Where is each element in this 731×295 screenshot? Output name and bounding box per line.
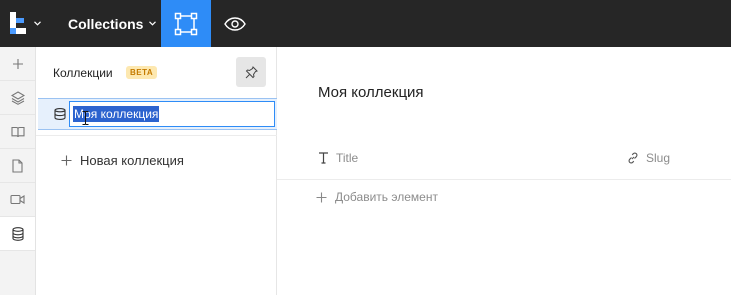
beta-badge: BETA <box>126 66 158 79</box>
collection-rename-input[interactable]: Моя коллекция <box>69 101 275 127</box>
new-collection-label: Новая коллекция <box>80 153 184 168</box>
preview-button[interactable] <box>211 0 259 47</box>
column-header-title[interactable]: Title <box>318 151 358 165</box>
text-icon <box>319 152 328 164</box>
rail-files-button[interactable] <box>0 149 35 183</box>
book-icon <box>10 126 25 137</box>
rail-layers-button[interactable] <box>0 81 35 115</box>
rail-pages-button[interactable] <box>0 115 35 149</box>
link-icon <box>628 152 638 164</box>
collection-title: Моя коллекция <box>318 84 424 101</box>
chevron-down-icon <box>149 21 157 26</box>
collection-editor: Моя коллекция Title Slug Добавить элемен… <box>277 47 731 295</box>
panel-title: Коллекции <box>53 66 113 80</box>
rail-collections-button[interactable] <box>0 217 35 251</box>
app-menu-button[interactable] <box>8 9 50 37</box>
plus-icon <box>12 58 23 69</box>
collections-menu-button[interactable]: Collections <box>60 0 164 47</box>
collection-row-selected[interactable]: Моя коллекция <box>38 98 277 130</box>
add-element-button[interactable]: Добавить элемент <box>316 190 438 204</box>
add-element-label: Добавить элемент <box>335 190 438 204</box>
panel-divider <box>36 135 277 136</box>
left-rail <box>0 47 36 295</box>
collections-menu-label: Collections <box>68 15 144 32</box>
rail-add-button[interactable] <box>0 47 35 81</box>
layers-icon <box>10 90 25 105</box>
database-icon <box>54 108 66 120</box>
rail-video-button[interactable] <box>0 183 35 217</box>
file-icon <box>12 158 23 173</box>
database-icon <box>11 226 24 241</box>
eye-icon <box>224 16 246 31</box>
collections-panel: Коллекции BETA Моя коллекция Новая колле… <box>36 47 277 295</box>
column-header-slug[interactable]: Slug <box>627 151 670 165</box>
top-bar: Collections <box>0 0 731 47</box>
pin-panel-button[interactable] <box>236 57 266 87</box>
chevron-down-icon <box>34 20 41 26</box>
header-divider <box>277 179 731 180</box>
plus-icon <box>61 155 72 166</box>
frame-select-icon <box>174 12 198 35</box>
column-slug-label: Slug <box>646 151 671 165</box>
logo-icon <box>10 12 26 34</box>
new-collection-button[interactable]: Новая коллекция <box>61 153 184 168</box>
edit-mode-button[interactable] <box>161 0 211 47</box>
text-cursor-icon <box>82 111 89 125</box>
column-title-label: Title <box>336 151 359 165</box>
video-icon <box>10 194 25 205</box>
pin-icon <box>245 65 258 78</box>
plus-icon <box>316 192 327 202</box>
